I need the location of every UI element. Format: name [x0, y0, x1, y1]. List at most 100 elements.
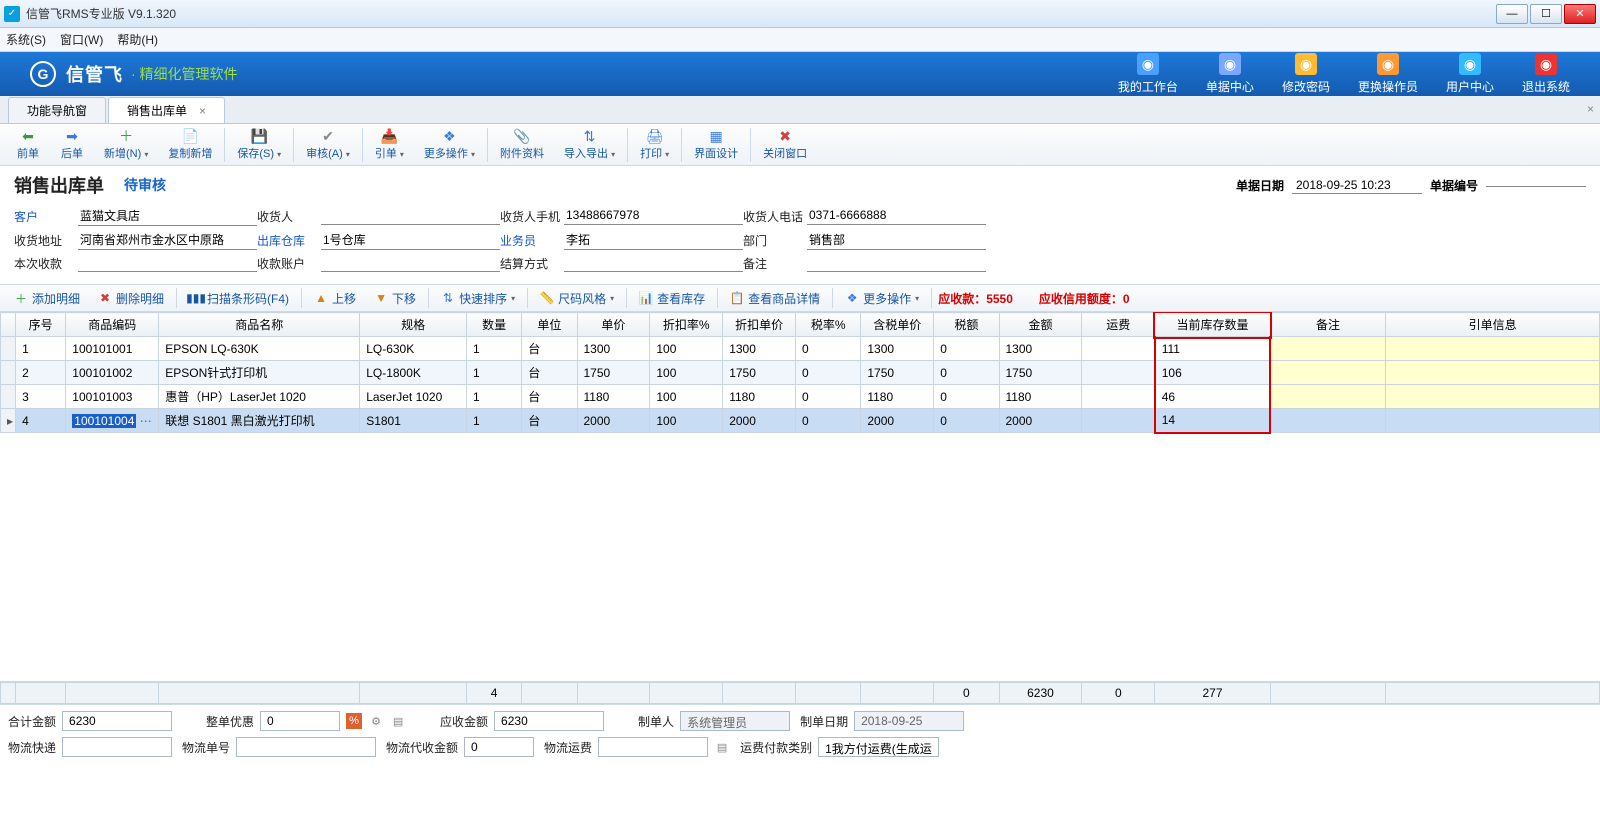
- column-header[interactable]: 税额: [934, 313, 999, 337]
- detail-grid[interactable]: 序号商品编码商品名称规格数量单位单价折扣率%折扣单价税率%含税单价税额金额运费当…: [0, 312, 1600, 434]
- form-input[interactable]: 销售部: [807, 230, 986, 250]
- cell-remark[interactable]: [1270, 409, 1386, 433]
- table-row[interactable]: 3100101003惠普（HP）LaserJet 1020LaserJet 10…: [1, 385, 1600, 409]
- cell-taxamt[interactable]: 0: [934, 337, 999, 361]
- table-row[interactable]: 2100101002EPSON针式打印机LQ-1800K1台1750100175…: [1, 361, 1600, 385]
- cell-stock[interactable]: 106: [1155, 361, 1271, 385]
- cell-spec[interactable]: S1801: [360, 409, 467, 433]
- form-label[interactable]: 出库仓库: [257, 232, 321, 249]
- cell-name[interactable]: EPSON LQ-630K: [159, 337, 360, 361]
- cell-unit[interactable]: 台: [522, 361, 577, 385]
- disc-icon2[interactable]: ⚙: [368, 713, 384, 729]
- form-input[interactable]: [564, 254, 743, 272]
- add-detail-button[interactable]: ＋添加明细: [8, 288, 86, 309]
- column-header[interactable]: 当前库存数量: [1155, 313, 1271, 337]
- cell-no[interactable]: 4: [16, 409, 66, 433]
- toolbar-button[interactable]: ➡后单: [50, 125, 94, 165]
- form-label[interactable]: 业务员: [500, 232, 564, 249]
- close-button[interactable]: ✕: [1564, 4, 1596, 24]
- brand-link[interactable]: ◉单据中心: [1206, 53, 1254, 95]
- cell-remark[interactable]: [1270, 361, 1386, 385]
- toolbar-button[interactable]: 📥引单 ▾: [365, 125, 414, 165]
- form-input[interactable]: [321, 207, 500, 225]
- column-header[interactable]: 规格: [360, 313, 467, 337]
- maximize-button[interactable]: ☐: [1530, 4, 1562, 24]
- menu-system[interactable]: 系统(S): [6, 31, 46, 48]
- cell-ship[interactable]: [1082, 361, 1155, 385]
- cell-qty[interactable]: 1: [466, 361, 521, 385]
- paytype-input[interactable]: 1我方付运费(生成运: [818, 737, 939, 757]
- cell-code[interactable]: 100101001: [66, 337, 159, 361]
- shipfee-icon[interactable]: ▤: [714, 739, 730, 755]
- delete-detail-button[interactable]: ✖删除明细: [92, 288, 170, 309]
- close-all-icon[interactable]: ×: [1587, 102, 1594, 116]
- cell-qty[interactable]: 1: [466, 385, 521, 409]
- form-input[interactable]: 蓝猫文具店: [78, 206, 257, 226]
- doc-no-value[interactable]: [1486, 184, 1586, 187]
- toolbar-button[interactable]: ✖关闭窗口: [753, 125, 817, 165]
- brand-link[interactable]: ◉退出系统: [1522, 53, 1570, 95]
- express-no-input[interactable]: [236, 737, 376, 757]
- cell-stock[interactable]: 46: [1155, 385, 1271, 409]
- cell-code[interactable]: 100101004 ⋯: [66, 409, 159, 433]
- cell-amount[interactable]: 1750: [999, 361, 1082, 385]
- cell-ref[interactable]: [1386, 409, 1600, 433]
- minimize-button[interactable]: —: [1496, 4, 1528, 24]
- cell-disc[interactable]: 100: [650, 337, 723, 361]
- column-header[interactable]: 数量: [466, 313, 521, 337]
- cell-spec[interactable]: LaserJet 1020: [360, 385, 467, 409]
- cell-taxamt[interactable]: 0: [934, 409, 999, 433]
- cell-stock[interactable]: 111: [1155, 337, 1271, 361]
- column-header[interactable]: 单位: [522, 313, 577, 337]
- cell-unit[interactable]: 台: [522, 409, 577, 433]
- cell-ref[interactable]: [1386, 337, 1600, 361]
- form-input[interactable]: 李拓: [564, 230, 743, 250]
- form-input[interactable]: 0371-6666888: [807, 207, 986, 225]
- form-input[interactable]: 13488667978: [564, 207, 743, 225]
- cell-spec[interactable]: LQ-1800K: [360, 361, 467, 385]
- cell-tprice[interactable]: 2000: [861, 409, 934, 433]
- column-header[interactable]: 商品编码: [66, 313, 159, 337]
- brand-link[interactable]: ◉我的工作台: [1118, 53, 1178, 95]
- column-header[interactable]: 税率%: [796, 313, 861, 337]
- column-header[interactable]: 备注: [1270, 313, 1386, 337]
- tab-navigation[interactable]: 功能导航窗: [8, 97, 106, 123]
- close-icon[interactable]: ×: [199, 104, 206, 118]
- cell-dprice[interactable]: 2000: [723, 409, 796, 433]
- cell-unit[interactable]: 台: [522, 337, 577, 361]
- cell-remark[interactable]: [1270, 337, 1386, 361]
- toolbar-button[interactable]: ⇅导入导出 ▾: [554, 125, 625, 165]
- cell-amount[interactable]: 1300: [999, 337, 1082, 361]
- column-header[interactable]: 折扣率%: [650, 313, 723, 337]
- table-row[interactable]: ▸4100101004 ⋯联想 S1801 黑白激光打印机S18011台2000…: [1, 409, 1600, 433]
- cod-input[interactable]: 0: [464, 737, 534, 757]
- toolbar-button[interactable]: 💾保存(S) ▾: [227, 125, 291, 165]
- cell-stock[interactable]: 14: [1155, 409, 1271, 433]
- toolbar-button[interactable]: 🖨打印 ▾: [630, 125, 679, 165]
- move-up-button[interactable]: ▲上移: [308, 288, 362, 309]
- cell-dprice[interactable]: 1180: [723, 385, 796, 409]
- sort-button[interactable]: ⇅快速排序▾: [435, 288, 521, 309]
- column-header[interactable]: 金额: [999, 313, 1082, 337]
- column-header[interactable]: 单价: [577, 313, 650, 337]
- cell-tprice[interactable]: 1750: [861, 361, 934, 385]
- toolbar-button[interactable]: ✔审核(A) ▾: [296, 125, 360, 165]
- cell-price[interactable]: 1180: [577, 385, 650, 409]
- cell-name[interactable]: 联想 S1801 黑白激光打印机: [159, 409, 360, 433]
- brand-link[interactable]: ◉修改密码: [1282, 53, 1330, 95]
- menu-help[interactable]: 帮助(H): [117, 31, 158, 48]
- cell-tax[interactable]: 0: [796, 337, 861, 361]
- form-input[interactable]: 1号仓库: [321, 230, 500, 250]
- column-header[interactable]: 引单信息: [1386, 313, 1600, 337]
- cell-dprice[interactable]: 1300: [723, 337, 796, 361]
- cell-tprice[interactable]: 1300: [861, 337, 934, 361]
- recv-amount-input[interactable]: 6230: [494, 711, 604, 731]
- cell-tprice[interactable]: 1180: [861, 385, 934, 409]
- disc-icon1[interactable]: %: [346, 713, 362, 729]
- brand-link[interactable]: ◉更换操作员: [1358, 53, 1418, 95]
- cell-tax[interactable]: 0: [796, 385, 861, 409]
- cell-price[interactable]: 2000: [577, 409, 650, 433]
- cell-price[interactable]: 1750: [577, 361, 650, 385]
- column-header[interactable]: 折扣单价: [723, 313, 796, 337]
- form-input[interactable]: [78, 254, 257, 272]
